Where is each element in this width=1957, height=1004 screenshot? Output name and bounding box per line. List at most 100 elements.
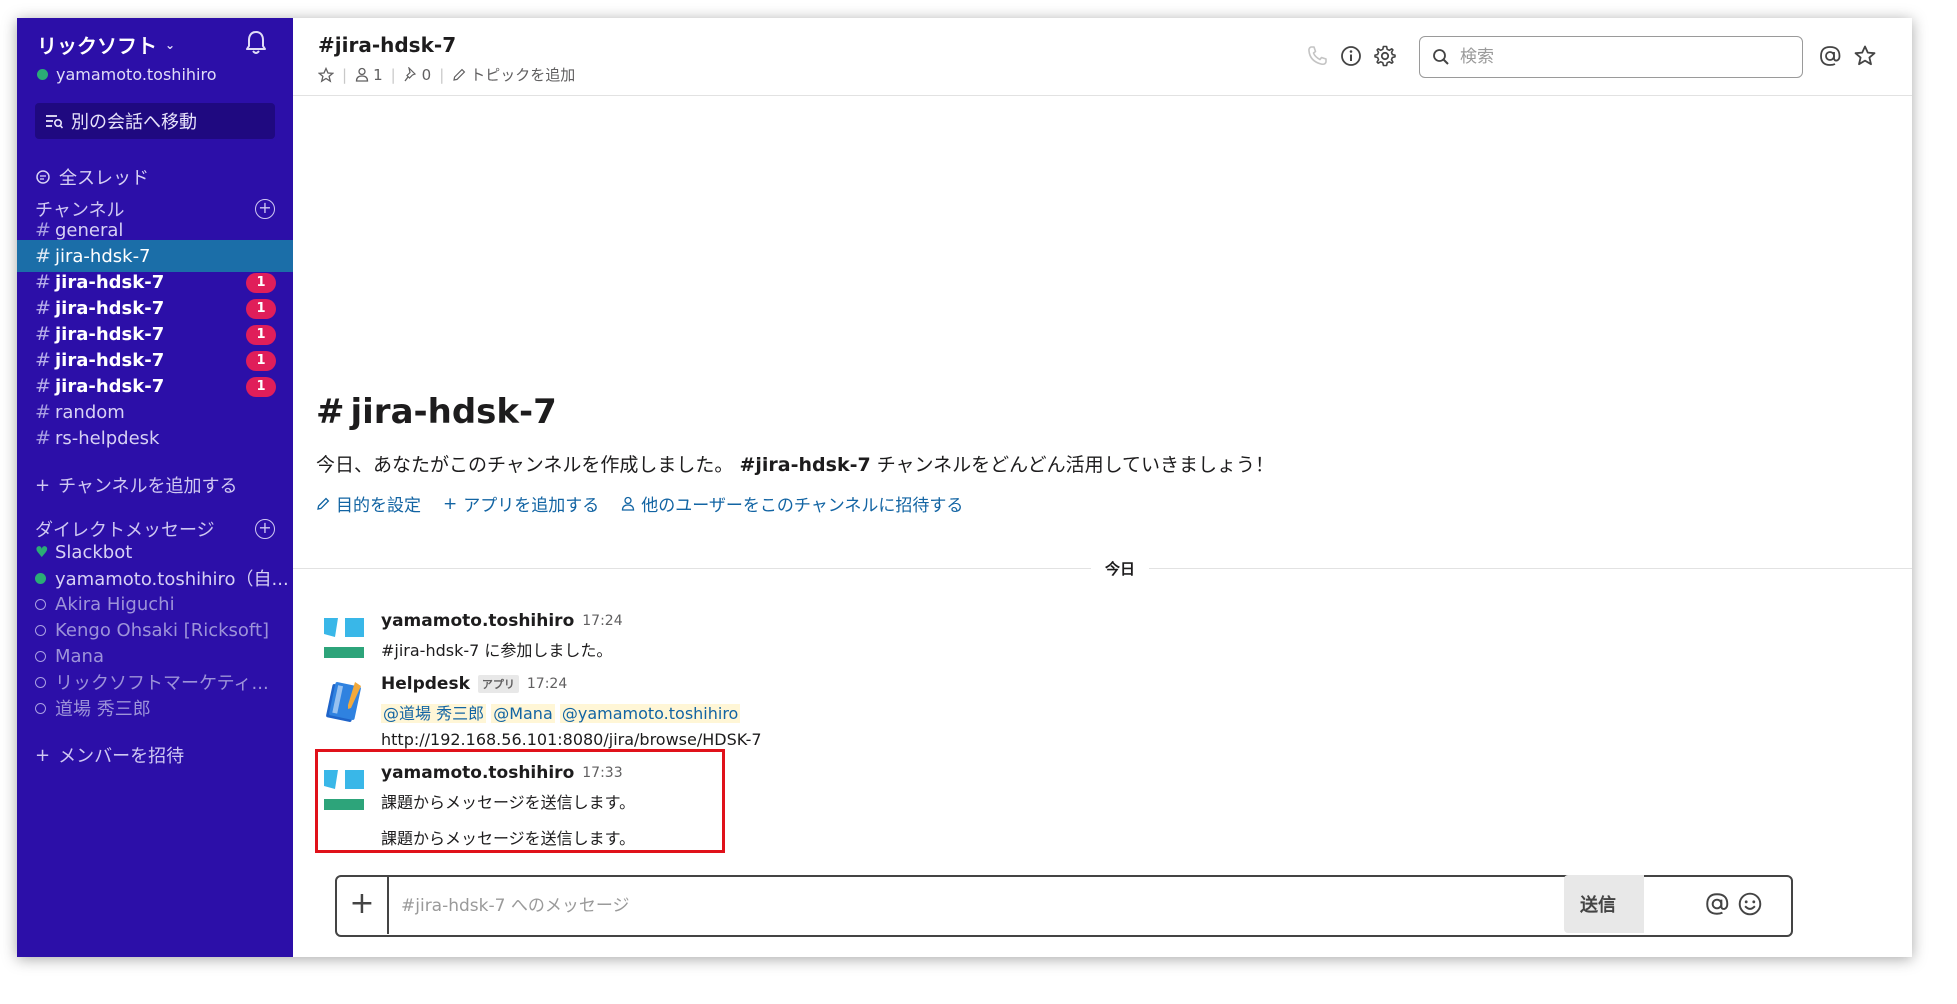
channel-name: general xyxy=(55,219,124,241)
all-threads-link[interactable]: 全スレッド xyxy=(35,164,149,190)
dm-name: Kengo Ohsaki [Ricksoft] xyxy=(55,619,270,641)
user-mention[interactable]: @yamamoto.toshihiro xyxy=(559,704,741,723)
at-mention-icon[interactable] xyxy=(1818,44,1842,68)
message-author[interactable]: yamamoto.toshihiro xyxy=(381,611,574,631)
channel-name: jira-hdsk-7 xyxy=(55,349,165,371)
current-user-name: yamamoto.toshihiro xyxy=(56,65,217,84)
message-time[interactable]: 17:24 xyxy=(582,613,622,629)
presence-active-icon xyxy=(37,69,48,80)
heart-icon: ♥ xyxy=(35,543,49,561)
presence-away-icon xyxy=(35,702,55,714)
channel-name: rs-helpdesk xyxy=(55,427,160,449)
search-input[interactable] xyxy=(1460,47,1780,67)
channel-intro: # jira-hdsk-7 今日、あなたがこのチャンネルを作成しました。 #ji… xyxy=(316,392,1274,516)
user-icon xyxy=(622,496,635,511)
presence-away-icon xyxy=(35,624,55,636)
channel-name: jira-hdsk-7 xyxy=(55,297,165,319)
send-button[interactable]: 送信 xyxy=(1564,875,1644,933)
presence-active-icon xyxy=(35,572,55,584)
thread-icon xyxy=(36,170,50,184)
set-purpose-label: 目的を設定 xyxy=(336,496,421,516)
add-app-link[interactable]: + アプリを追加する xyxy=(443,491,600,517)
channel-hash-icon: # xyxy=(35,349,51,371)
workspace-name[interactable]: リックソフト xyxy=(37,30,157,59)
channel-hash-icon: # xyxy=(35,245,51,267)
intro-channel-link[interactable]: #jira-hdsk-7 xyxy=(739,454,870,476)
pencil-icon xyxy=(453,68,466,81)
invite-users-label: 他のユーザーをこのチャンネルに招待する xyxy=(641,496,964,516)
highlight-annotation xyxy=(315,749,725,853)
meta-separator: | xyxy=(342,65,348,84)
unread-badge: 1 xyxy=(246,299,276,319)
invite-users-link[interactable]: 他のユーザーをこのチャンネルに招待する xyxy=(621,491,963,516)
user-mention[interactable]: @Mana xyxy=(491,704,555,723)
star-icon[interactable] xyxy=(1853,44,1877,68)
channel-header: #jira-hdsk-7 | 1 | 0 | トピックを追加 検索 xyxy=(293,18,1912,96)
slack-window: リックソフト ⌄ yamamoto.toshihiro 別の会話へ移動 全スレッ… xyxy=(17,18,1912,957)
channel-hash-icon: # xyxy=(35,375,51,397)
star-outline-icon[interactable] xyxy=(318,66,334,83)
sidebar-dm-item[interactable]: 道場 秀三郎 xyxy=(17,692,293,724)
plus-icon: + xyxy=(443,493,458,514)
intro-text-after: チャンネルをどんどん活用していきましょう！ xyxy=(876,454,1275,476)
channel-meta: | 1 | 0 | トピックを追加 xyxy=(318,64,575,85)
app-badge: アプリ xyxy=(477,675,519,693)
dm-name: Slackbot xyxy=(55,541,133,563)
intro-title: jira-hdsk-7 xyxy=(350,392,557,432)
dm-name: 道場 秀三郎 xyxy=(55,699,151,720)
plus-icon: + xyxy=(35,744,51,766)
channel-name: jira-hdsk-7 xyxy=(55,375,165,397)
channel-hash-icon: # xyxy=(35,401,51,423)
workspace-header[interactable]: リックソフト ⌄ yamamoto.toshihiro xyxy=(37,30,277,84)
presence-away-icon xyxy=(35,650,55,662)
dm-name: Mana xyxy=(55,645,104,667)
attach-plus-button[interactable]: + xyxy=(337,877,389,934)
channel-hash-icon: # xyxy=(35,297,51,319)
search-box[interactable] xyxy=(1419,36,1803,78)
add-channel-label: チャンネルを追加する xyxy=(58,476,238,497)
user-avatar[interactable] xyxy=(321,615,367,661)
jump-to-button[interactable]: 別の会話へ移動 xyxy=(35,103,275,139)
gear-icon[interactable] xyxy=(1373,44,1397,68)
jump-to-label: 別の会話へ移動 xyxy=(71,112,197,133)
intro-text-before: 今日、あなたがこのチャンネルを作成しました。 xyxy=(316,454,734,476)
pinned-count-button[interactable]: 0 xyxy=(404,66,431,84)
issue-link[interactable]: http://192.168.56.101:8080/jira/browse/H… xyxy=(381,730,1781,749)
add-topic-label: トピックを追加 xyxy=(470,66,576,84)
presence-away-icon xyxy=(35,676,55,688)
user-mention[interactable]: @道場 秀三郎 xyxy=(381,704,487,723)
add-topic-button[interactable]: トピックを追加 xyxy=(452,64,575,85)
phone-icon[interactable] xyxy=(1305,44,1329,68)
main-pane: #jira-hdsk-7 | 1 | 0 | トピックを追加 検索 # jira… xyxy=(293,18,1912,957)
message-text: #jira-hdsk-7 に参加しました。 xyxy=(381,641,613,660)
channel-hash-icon: # xyxy=(35,271,51,293)
jump-list-icon xyxy=(46,115,63,129)
message-input[interactable] xyxy=(401,891,1681,921)
channel-name: jira-hdsk-7 xyxy=(55,271,165,293)
channel-name: random xyxy=(55,401,125,423)
message-mentions: @道場 秀三郎 @Mana @yamamoto.toshihiro xyxy=(381,700,1781,724)
unread-badge: 1 xyxy=(246,351,276,371)
helpdesk-app-avatar[interactable] xyxy=(321,678,367,724)
add-channel-button[interactable]: + チャンネルを追加する xyxy=(35,472,238,498)
channel-name: jira-hdsk-7 xyxy=(55,323,165,345)
channel-hash-icon: # xyxy=(35,323,51,345)
day-divider-label: 今日 xyxy=(1091,558,1150,579)
mention-icon[interactable] xyxy=(1704,891,1730,917)
chevron-down-icon[interactable]: ⌄ xyxy=(165,38,175,52)
message-time[interactable]: 17:24 xyxy=(527,676,567,692)
invite-members-label: メンバーを招待 xyxy=(58,746,185,767)
info-icon[interactable] xyxy=(1339,44,1363,68)
invite-members-button[interactable]: + メンバーを招待 xyxy=(35,742,184,768)
member-count-button[interactable]: 1 xyxy=(355,66,383,84)
message-author[interactable]: Helpdesk xyxy=(381,674,470,694)
add-app-label: アプリを追加する xyxy=(463,496,600,516)
sidebar-channel-item[interactable]: # rs-helpdesk xyxy=(17,422,293,454)
emoji-icon[interactable] xyxy=(1737,891,1763,917)
search-icon xyxy=(1433,49,1449,65)
channel-hash-icon: # xyxy=(35,427,51,449)
set-purpose-link[interactable]: 目的を設定 xyxy=(316,491,421,516)
intro-text: 今日、あなたがこのチャンネルを作成しました。 #jira-hdsk-7 チャンネ… xyxy=(316,450,1274,477)
bell-icon[interactable] xyxy=(244,30,268,56)
pencil-icon xyxy=(317,497,330,510)
